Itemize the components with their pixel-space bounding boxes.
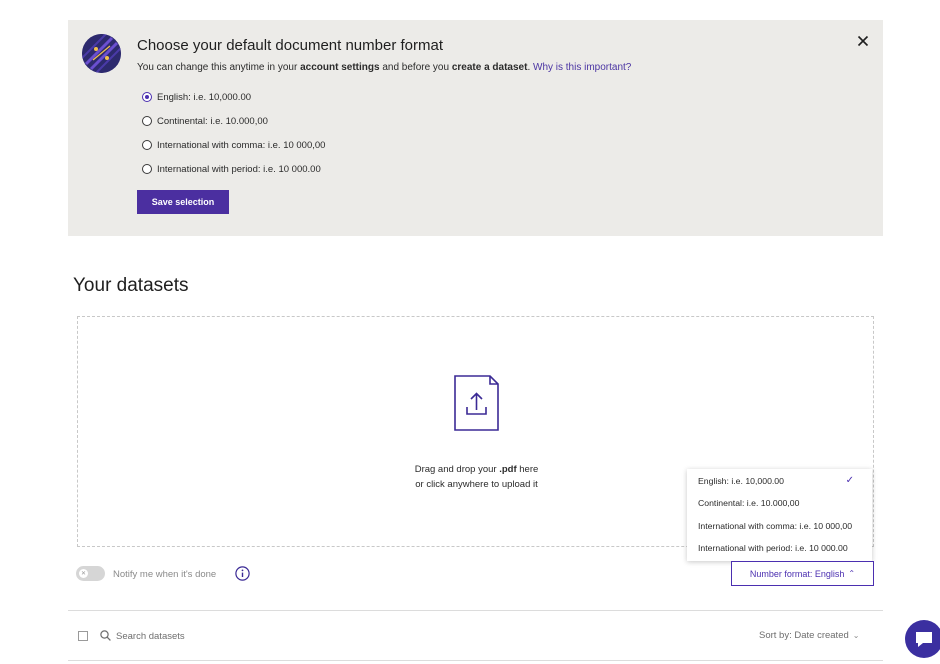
toggle-knob: ✕ <box>79 569 88 578</box>
radio-button[interactable] <box>142 164 152 174</box>
format-option-label: English: i.e. 10,000.00 <box>157 91 252 103</box>
close-icon: ✕ <box>80 570 87 577</box>
format-option-label: International with period: i.e. 10 000.0… <box>157 163 321 175</box>
brand-logo-icon <box>82 34 121 73</box>
search-icon <box>100 630 111 641</box>
select-all-checkbox[interactable] <box>78 631 88 641</box>
number-format-menu: English: i.e. 10,000.00 ✓ Continental: i… <box>687 469 872 561</box>
menu-item-international-comma[interactable]: International with comma: i.e. 10 000,00 <box>698 519 868 533</box>
divider <box>68 610 883 611</box>
format-option-label: Continental: i.e. 10.000,00 <box>157 115 268 127</box>
number-format-banner: Choose your default document number form… <box>68 20 883 236</box>
menu-item-international-period[interactable]: International with period: i.e. 10 000.0… <box>698 541 868 555</box>
chevron-up-icon: ⌃ <box>848 569 856 578</box>
subtitle-text: and before you <box>379 62 452 73</box>
format-option-english[interactable]: English: i.e. 10,000.00 <box>142 90 251 104</box>
chat-button[interactable] <box>905 620 940 658</box>
notify-label: Notify me when it's done <box>113 569 217 580</box>
divider <box>68 660 883 661</box>
check-icon: ✓ <box>845 475 854 486</box>
pdf-extension-text: .pdf <box>499 464 517 475</box>
format-option-international-comma[interactable]: International with comma: i.e. 10 000,00 <box>142 138 325 152</box>
file-upload-icon <box>454 375 499 431</box>
chat-icon <box>916 632 932 647</box>
number-format-button[interactable]: Number format: English ⌃ <box>731 561 874 586</box>
sort-dropdown[interactable]: Sort by: Date created ⌄ <box>759 630 859 641</box>
menu-item-label: International with comma: i.e. 10 000,00 <box>698 521 853 531</box>
radio-button[interactable] <box>142 116 152 126</box>
info-icon[interactable] <box>235 566 250 581</box>
banner-title: Choose your default document number form… <box>137 37 443 54</box>
menu-item-label: Continental: i.e. 10.000,00 <box>698 498 800 508</box>
format-option-continental[interactable]: Continental: i.e. 10.000,00 <box>142 114 268 128</box>
chevron-down-icon: ⌄ <box>852 631 860 640</box>
sort-label: Sort by: Date created <box>759 630 849 641</box>
close-icon[interactable] <box>855 33 871 49</box>
drop-text-suffix: here <box>516 464 539 475</box>
radio-button[interactable] <box>142 92 152 102</box>
why-important-link[interactable]: Why is this important? <box>533 62 631 73</box>
account-settings-text: account settings <box>300 62 380 73</box>
drop-text-prefix: Drag and drop your <box>414 464 500 475</box>
menu-item-continental[interactable]: Continental: i.e. 10.000,00 <box>698 496 868 510</box>
number-format-label: Number format: English <box>749 568 845 579</box>
dropzone-line-1: Drag and drop your .pdf here <box>378 462 575 477</box>
search-input[interactable] <box>116 628 316 644</box>
dropzone-instructions: Drag and drop your .pdf here or click an… <box>378 462 575 492</box>
banner-subtitle: You can change this anytime in your acco… <box>137 62 631 73</box>
subtitle-text: You can change this anytime in your <box>137 62 301 73</box>
save-selection-button[interactable]: Save selection <box>137 190 229 214</box>
menu-item-english[interactable]: English: i.e. 10,000.00 ✓ <box>698 474 868 488</box>
menu-item-label: English: i.e. 10,000.00 <box>698 476 784 486</box>
dropzone-line-2: or click anywhere to upload it <box>415 479 538 490</box>
format-option-international-period[interactable]: International with period: i.e. 10 000.0… <box>142 162 321 176</box>
format-option-label: International with comma: i.e. 10 000,00 <box>157 139 326 151</box>
create-dataset-text: create a dataset <box>451 62 528 73</box>
menu-item-label: International with period: i.e. 10 000.0… <box>698 543 848 553</box>
notify-toggle[interactable]: ✕ <box>76 566 105 581</box>
page-title: Your datasets <box>73 275 189 296</box>
radio-button[interactable] <box>142 140 152 150</box>
